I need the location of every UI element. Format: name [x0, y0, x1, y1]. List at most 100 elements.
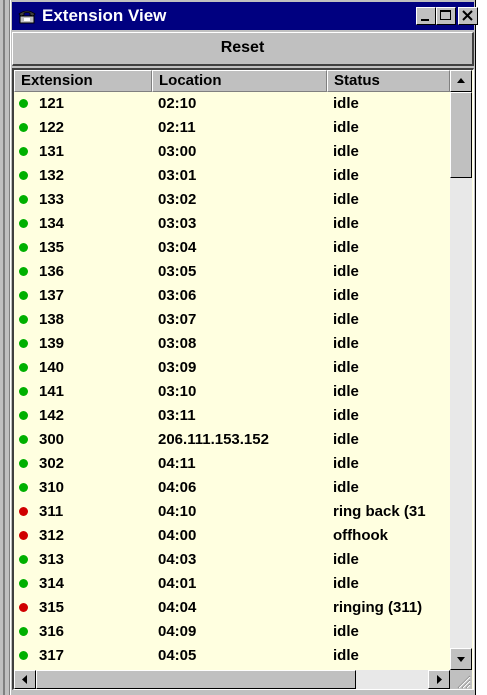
horizontal-scroll-thumb[interactable] [36, 670, 356, 689]
table-row[interactable]: 302 04:11 idle [14, 452, 450, 476]
column-header-location[interactable]: Location [152, 70, 327, 92]
status-cell: idle [333, 431, 359, 448]
location-cell: 03:03 [158, 215, 197, 232]
reset-button[interactable]: Reset [12, 32, 474, 66]
status-cell: idle [333, 359, 359, 376]
status-indicator-icon [19, 99, 28, 108]
table-row[interactable]: 313 04:03 idle [14, 548, 450, 572]
column-header-extension[interactable]: Extension [14, 70, 152, 92]
extension-cell: 139 [39, 335, 65, 352]
resize-grip[interactable] [450, 670, 472, 689]
table-row[interactable]: 314 04:01 idle [14, 572, 450, 596]
extension-cell: 312 [39, 527, 65, 544]
table-row[interactable]: 140 03:09 idle [14, 356, 450, 380]
table-row[interactable]: 135 03:04 idle [14, 236, 450, 260]
extension-cell: 134 [39, 215, 65, 232]
status-cell: ring back (31 [333, 503, 426, 520]
location-cell: 03:06 [158, 287, 197, 304]
table-row[interactable]: 315 04:04 ringing (311) [14, 596, 450, 620]
status-cell: idle [333, 335, 359, 352]
table-row[interactable]: 300 206.111.153.152 idle [14, 428, 450, 452]
title-bar[interactable]: Extension View [12, 2, 478, 30]
arrow-right-icon [437, 675, 442, 684]
status-cell: idle [333, 215, 359, 232]
table-row[interactable]: 133 03:02 idle [14, 188, 450, 212]
left-window-edge [0, 0, 10, 695]
status-cell: idle [333, 239, 359, 256]
extension-cell: 314 [39, 575, 65, 592]
table-row[interactable]: 131 03:00 idle [14, 140, 450, 164]
vertical-scroll-thumb[interactable] [450, 92, 472, 178]
status-indicator-icon [19, 291, 28, 300]
status-cell: idle [333, 383, 359, 400]
status-cell: idle [333, 647, 359, 664]
table-row[interactable]: 142 03:11 idle [14, 404, 450, 428]
column-header-status[interactable]: Status [327, 70, 450, 92]
table-row[interactable]: 316 04:09 idle [14, 620, 450, 644]
resize-grip-icon [457, 675, 471, 689]
table-row[interactable]: 139 03:08 idle [14, 332, 450, 356]
maximize-icon [440, 10, 451, 20]
extension-cell: 135 [39, 239, 65, 256]
extension-cell: 317 [39, 647, 65, 664]
extension-cell: 121 [39, 95, 65, 112]
arrow-left-icon [22, 675, 27, 684]
status-cell: idle [333, 575, 359, 592]
status-indicator-icon [19, 579, 28, 588]
location-cell: 02:10 [158, 95, 197, 112]
location-cell: 04:06 [158, 479, 197, 496]
close-button[interactable] [458, 7, 478, 25]
table-row[interactable]: 134 03:03 idle [14, 212, 450, 236]
location-cell: 03:08 [158, 335, 197, 352]
table-row[interactable]: 137 03:06 idle [14, 284, 450, 308]
location-cell: 04:00 [158, 527, 197, 544]
status-indicator-icon [19, 531, 28, 540]
horizontal-scrollbar[interactable] [14, 670, 450, 689]
extension-cell: 132 [39, 167, 65, 184]
scroll-left-button[interactable] [14, 670, 36, 689]
status-indicator-icon [19, 411, 28, 420]
table-row[interactable]: 136 03:05 idle [14, 260, 450, 284]
status-indicator-icon [19, 387, 28, 396]
extension-cell: 311 [39, 503, 64, 520]
scroll-up-button[interactable] [450, 70, 472, 92]
status-cell: idle [333, 143, 359, 160]
scroll-down-button[interactable] [450, 648, 472, 670]
table-row[interactable]: 122 02:11 idle [14, 116, 450, 140]
location-cell: 03:09 [158, 359, 197, 376]
table-row[interactable]: 132 03:01 idle [14, 164, 450, 188]
status-cell: idle [333, 407, 359, 424]
status-indicator-icon [19, 627, 28, 636]
status-cell: idle [333, 95, 359, 112]
status-cell: idle [333, 623, 359, 640]
extension-cell: 316 [39, 623, 65, 640]
status-indicator-icon [19, 555, 28, 564]
table-row[interactable]: 310 04:06 idle [14, 476, 450, 500]
status-indicator-icon [19, 195, 28, 204]
status-cell: idle [333, 311, 359, 328]
location-cell: 04:04 [158, 599, 197, 616]
status-indicator-icon [19, 267, 28, 276]
minimize-button[interactable] [416, 7, 436, 25]
status-indicator-icon [19, 603, 28, 612]
status-indicator-icon [19, 315, 28, 324]
location-cell: 03:04 [158, 239, 197, 256]
table-row[interactable]: 312 04:00 offhook [14, 524, 450, 548]
maximize-button[interactable] [436, 7, 456, 25]
scroll-right-button[interactable] [428, 670, 450, 689]
status-indicator-icon [19, 219, 28, 228]
table-row[interactable]: 317 04:05 idle [14, 644, 450, 668]
extension-list[interactable]: Extension Location Status 121 02:10 idle 12… [12, 68, 474, 690]
vertical-scrollbar[interactable] [450, 70, 472, 670]
extension-cell: 137 [39, 287, 65, 304]
table-row[interactable]: 138 03:07 idle [14, 308, 450, 332]
status-cell: idle [333, 455, 359, 472]
table-row[interactable]: 141 03:10 idle [14, 380, 450, 404]
extension-cell: 141 [39, 383, 65, 400]
status-cell: idle [333, 479, 359, 496]
extension-cell: 131 [39, 143, 65, 160]
status-cell: idle [333, 191, 359, 208]
table-row[interactable]: 311 04:10 ring back (31 [14, 500, 450, 524]
table-row[interactable]: 121 02:10 idle [14, 92, 450, 116]
status-indicator-icon [19, 651, 28, 660]
